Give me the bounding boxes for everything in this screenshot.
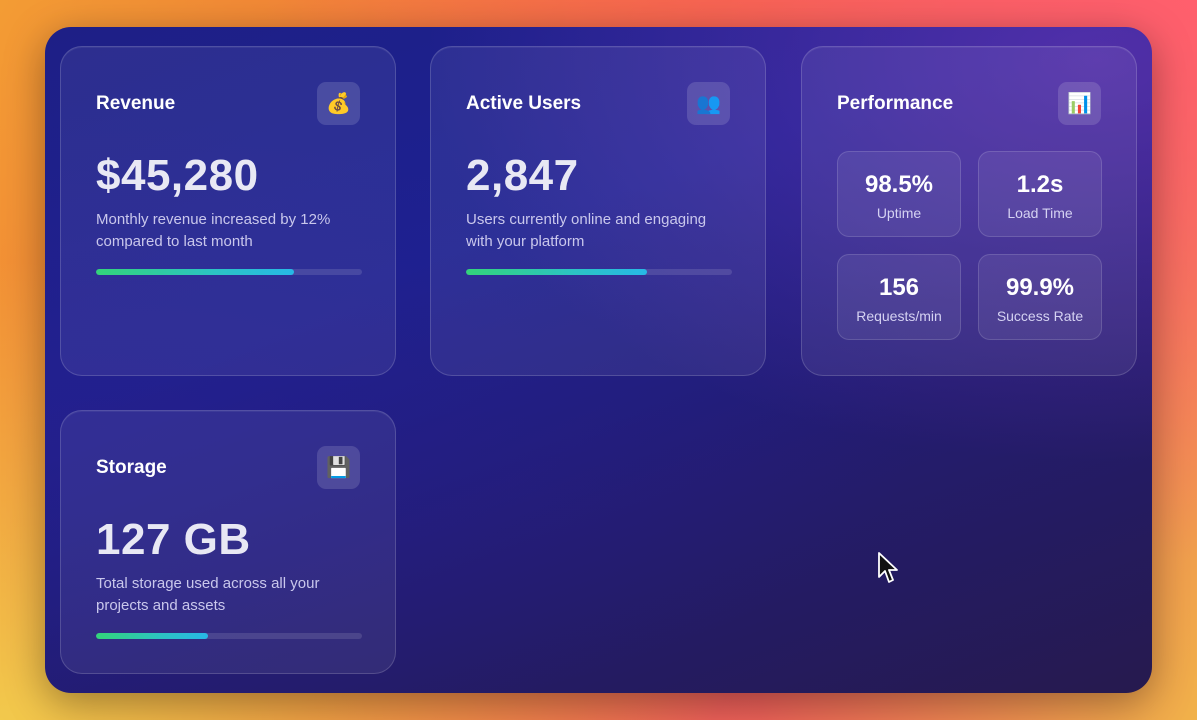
active-users-card[interactable]: Active Users 👥 2,847 Users currently onl…	[430, 46, 766, 376]
revenue-progress-bar	[96, 269, 362, 275]
active-users-description: Users currently online and engaging with…	[466, 211, 707, 250]
storage-card-title: Storage	[96, 457, 167, 478]
stat-value: 98.5%	[864, 171, 934, 198]
stat-value: 99.9%	[1005, 274, 1075, 301]
active-users-value: 2,847	[466, 151, 579, 200]
stat-label: Load Time	[1007, 205, 1073, 221]
stat-success-rate: 99.9% Success Rate	[978, 254, 1102, 340]
stat-label: Uptime	[876, 205, 922, 221]
stat-load-time: 1.2s Load Time	[978, 151, 1102, 237]
stat-value: 156	[878, 274, 920, 301]
bar-chart-icon: 📊	[1058, 82, 1101, 125]
stat-requests: 156 Requests/min	[837, 254, 961, 340]
storage-progress-bar	[96, 633, 362, 639]
dashboard-frame: Revenue 💰 $45,280 Monthly revenue increa…	[45, 27, 1152, 693]
revenue-value: $45,280	[96, 151, 259, 200]
performance-card[interactable]: Performance 📊 98.5% Uptime 1.2s Load Tim…	[801, 46, 1137, 376]
active-users-progress-bar	[466, 269, 732, 275]
active-users-progress-fill	[466, 269, 647, 275]
stat-label: Success Rate	[996, 308, 1084, 324]
storage-description: Total storage used across all your proje…	[96, 575, 320, 614]
stat-label: Requests/min	[856, 308, 942, 324]
stat-uptime: 98.5% Uptime	[837, 151, 961, 237]
storage-card[interactable]: Storage 💾 127 GB Total storage used acro…	[60, 410, 396, 674]
users-icon: 👥	[687, 82, 730, 125]
storage-value: 127 GB	[96, 515, 251, 564]
floppy-disk-icon: 💾	[317, 446, 360, 489]
storage-progress-fill	[96, 633, 208, 639]
revenue-card-title: Revenue	[96, 93, 176, 114]
revenue-card[interactable]: Revenue 💰 $45,280 Monthly revenue increa…	[60, 46, 396, 376]
performance-card-title: Performance	[837, 93, 954, 114]
stat-value: 1.2s	[1016, 171, 1064, 198]
active-users-card-title: Active Users	[466, 93, 582, 114]
revenue-progress-fill	[96, 269, 295, 275]
money-bag-icon: 💰	[317, 82, 360, 125]
mouse-cursor-icon	[878, 552, 898, 583]
revenue-description: Monthly revenue increased by 12% compare…	[96, 211, 331, 250]
